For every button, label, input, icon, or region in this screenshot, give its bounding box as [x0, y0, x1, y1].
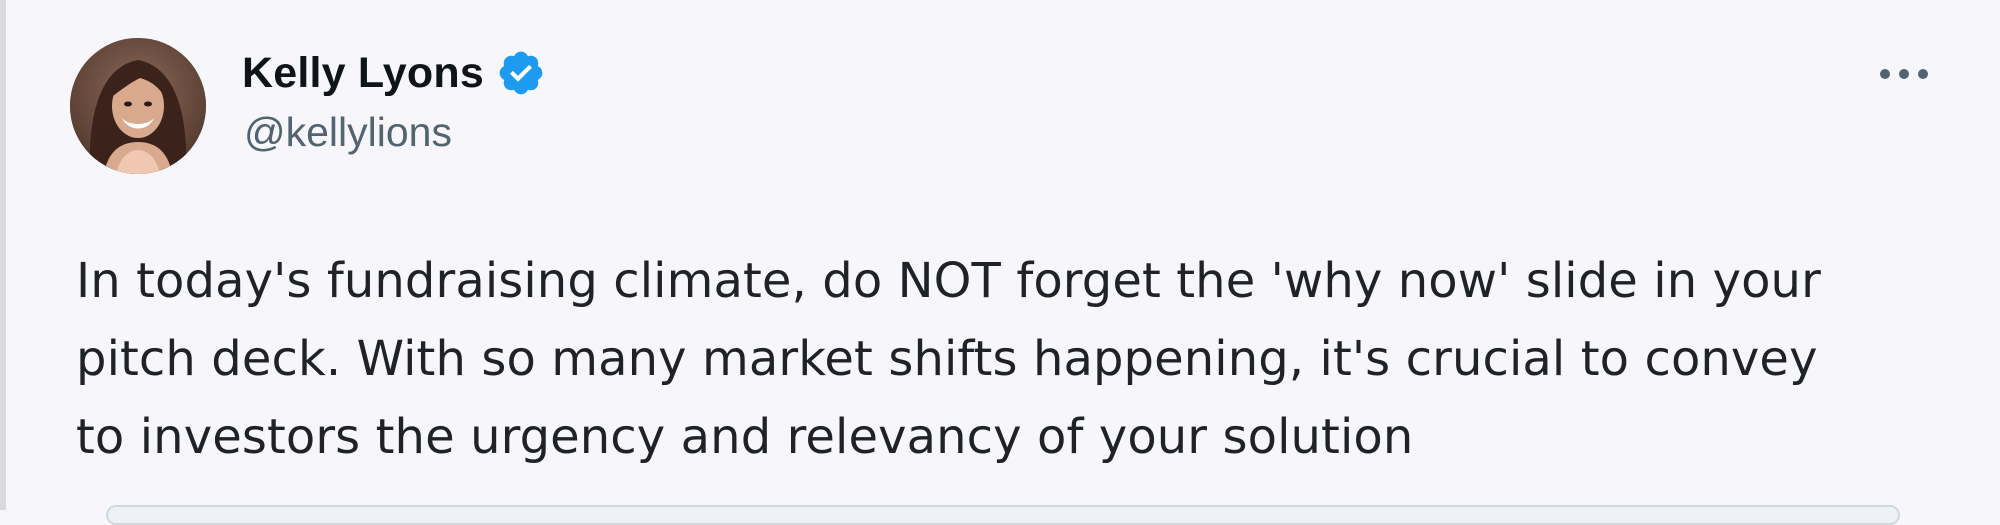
more-horizontal-icon	[1880, 69, 1928, 79]
tweet-card[interactable]: Kelly Lyons @kellylions In today's fundr…	[6, 0, 2000, 525]
author-display-name[interactable]: Kelly Lyons	[242, 51, 484, 95]
more-options-button[interactable]	[1868, 52, 1940, 96]
author-avatar[interactable]	[70, 38, 206, 174]
media-card-top-edge[interactable]	[106, 505, 1900, 525]
author-handle[interactable]: @kellylions	[244, 112, 452, 153]
profile-photo	[70, 38, 206, 174]
tweet-text-line: to investors the urgency and relevancy o…	[76, 409, 1414, 465]
tweet-text-line: pitch deck. With so many market shifts h…	[76, 331, 1818, 387]
tweet-text-line: In today's fundraising climate, do NOT f…	[76, 253, 1821, 309]
author-name-row: Kelly Lyons	[242, 44, 546, 102]
tweet-text: In today's fundraising climate, do NOT f…	[76, 242, 1956, 476]
verified-badge-icon[interactable]	[496, 48, 546, 98]
